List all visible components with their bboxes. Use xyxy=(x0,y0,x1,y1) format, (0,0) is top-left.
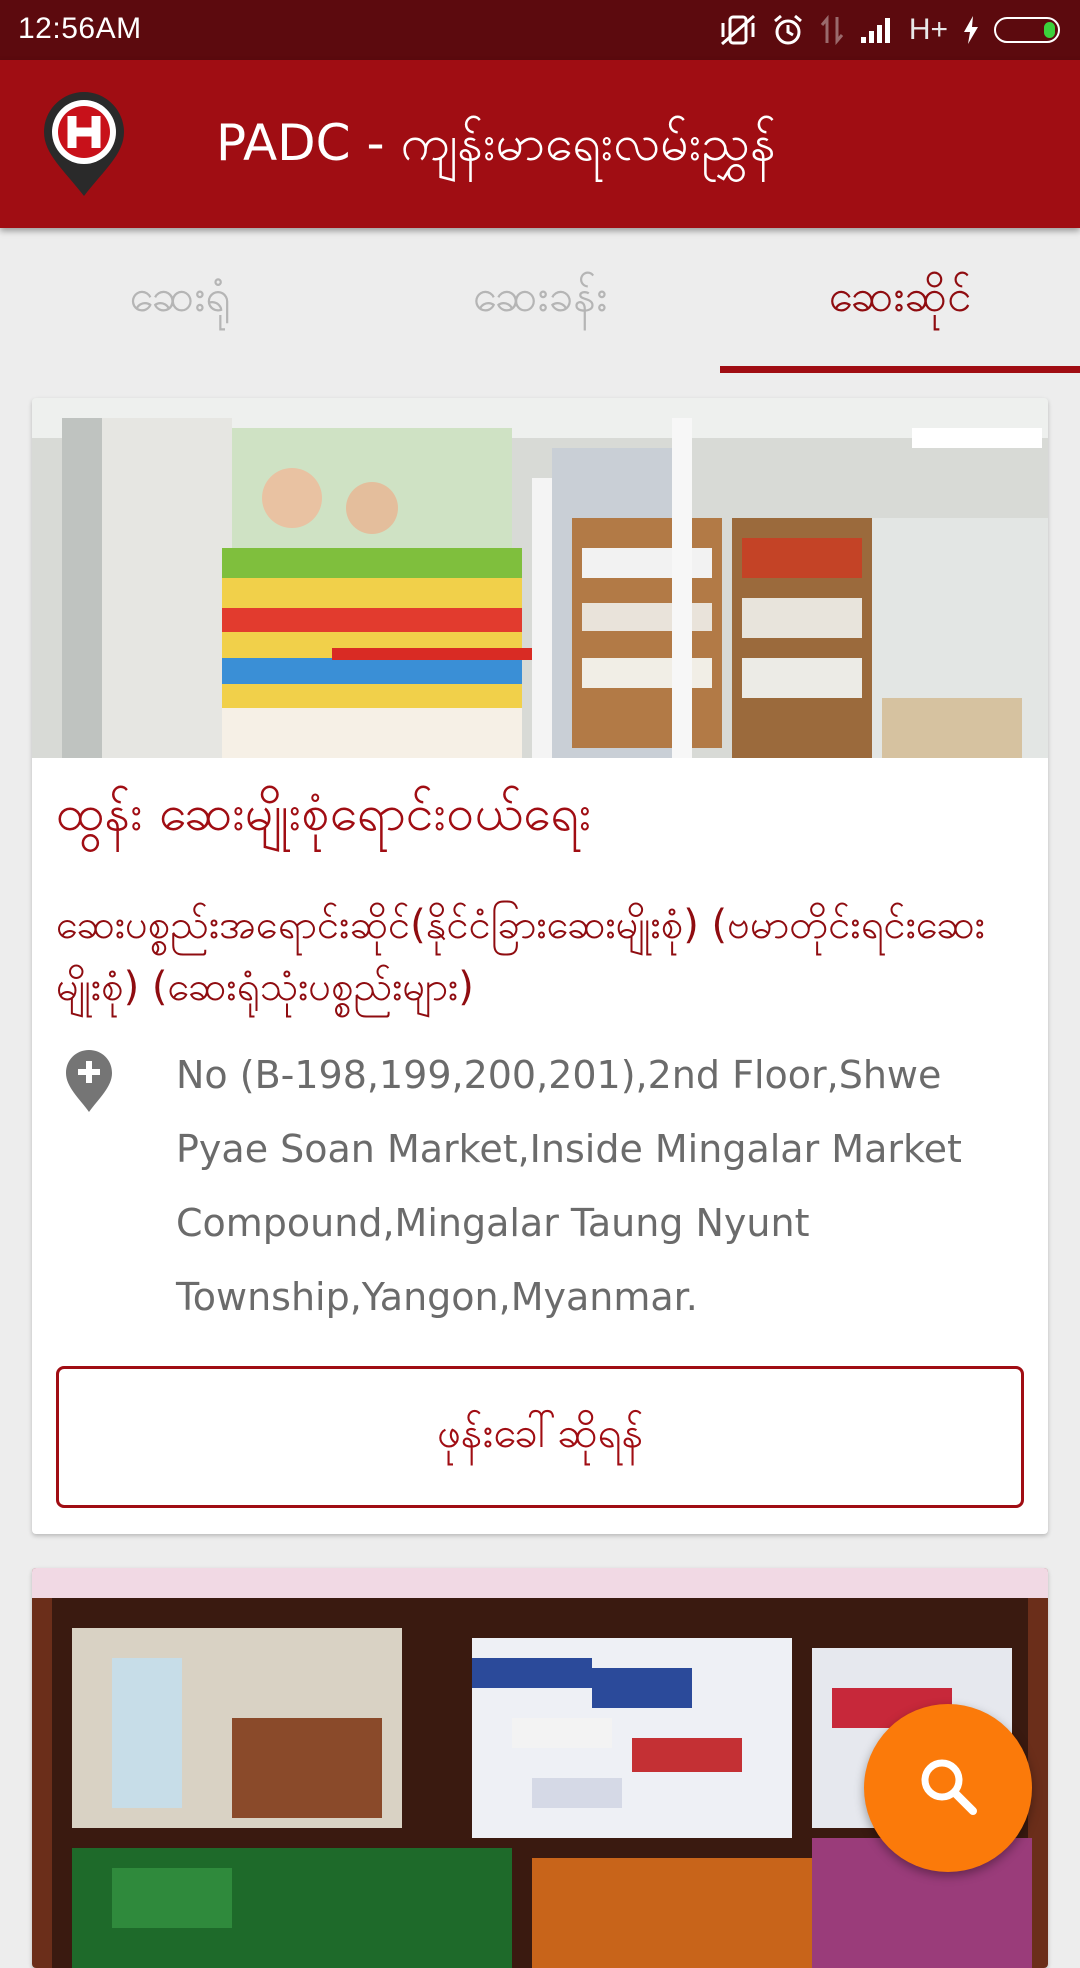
app-bar: PADC - ကျန်းမာရေးလမ်းညွှန် xyxy=(0,60,1080,228)
pharmacy-card[interactable]: ထွန်း ဆေးမျိုးစုံရောင်းဝယ်ရေး ဆေးပစ္စည်း… xyxy=(32,398,1048,1534)
hospital-pin-logo-icon xyxy=(40,88,128,200)
active-tab-indicator xyxy=(720,366,1080,373)
location-pin-icon xyxy=(64,1048,114,1114)
pharmacy-name: ထွန်း ဆေးမျိုးစုံရောင်းဝယ်ရေး xyxy=(56,784,592,842)
tab-pharmacies[interactable]: ဆေးဆိုင် xyxy=(720,228,1080,373)
status-time: 12:56AM xyxy=(18,12,142,45)
pharmacy-photo xyxy=(32,398,1048,758)
battery-level xyxy=(1044,22,1055,38)
tab-hospitals[interactable]: ဆေးရုံ xyxy=(0,228,360,373)
status-icons: H+ xyxy=(719,10,1060,50)
tab-clinics[interactable]: ဆေးခန်း xyxy=(360,228,720,373)
signal-icon xyxy=(859,10,895,50)
charging-icon xyxy=(962,10,980,50)
vibrate-off-icon xyxy=(719,10,757,50)
status-bar: 12:56AM H+ xyxy=(0,0,1080,60)
data-transfer-icon xyxy=(819,10,845,50)
search-fab-button[interactable] xyxy=(864,1704,1032,1872)
app-title: PADC - ကျန်းမာရေးလမ်းညွှန် xyxy=(216,114,776,172)
network-type-label: H+ xyxy=(908,13,948,46)
pharmacy-description: ဆေးပစ္စည်းအရောင်းဆိုင်(နိုင်ငံခြားဆေးမျိ… xyxy=(56,902,985,1010)
battery-icon xyxy=(994,17,1060,43)
call-button[interactable]: ဖုန်းခေါ်ဆိုရန် xyxy=(56,1366,1024,1508)
tab-bar: ဆေးရုံ ဆေးခန်း ဆေးဆိုင် xyxy=(0,228,1080,373)
search-icon xyxy=(916,1754,980,1822)
pharmacy-address: No (B-198,199,200,201),2nd Floor,Shwe Py… xyxy=(176,1053,962,1319)
alarm-icon xyxy=(771,10,805,50)
